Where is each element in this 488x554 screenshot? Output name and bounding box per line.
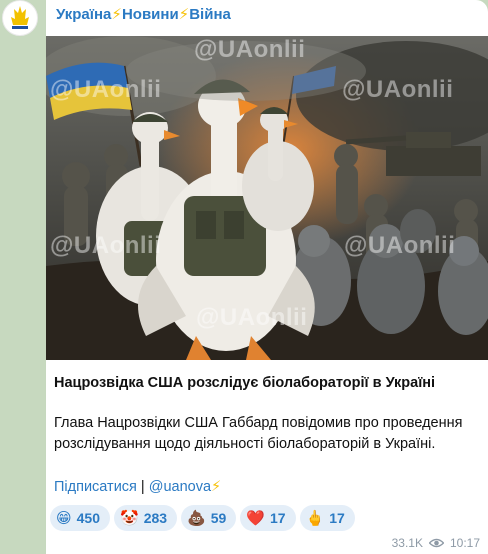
reaction-clown[interactable]: 🤡 283 <box>114 505 178 531</box>
poop-emoji-icon: 💩 <box>187 508 206 527</box>
channel-link[interactable]: @uanova <box>149 479 211 495</box>
grin-emoji-icon: 😁 <box>56 508 72 527</box>
reaction-count: 17 <box>270 510 286 526</box>
post-body-line: розслідування щодо діяльності біолаборат… <box>54 436 436 452</box>
image-watermark: @UAonlii <box>344 232 456 259</box>
post-body-line: Глава Нацрозвідки США Габбард повідомив … <box>54 415 463 431</box>
header-word-ukraine: Україна <box>56 6 112 23</box>
message-time: 10:17 <box>449 536 480 550</box>
image-watermark: @UAonlii <box>50 76 162 103</box>
clown-emoji-icon: 🤡 <box>120 508 139 527</box>
lightning-icon: ⚡ <box>178 6 190 23</box>
post-headline: Нацрозвідка США розслідує біолабораторії… <box>54 375 436 391</box>
trident-logo-icon <box>11 6 29 29</box>
reaction-count: 59 <box>210 510 227 526</box>
reaction-poop[interactable]: 💩 59 <box>181 505 237 531</box>
post-image[interactable]: @UAonlii @UAonlii @UAonlii @UAonlii @UAo… <box>46 36 488 360</box>
image-watermark: @UAonlii <box>342 76 454 103</box>
lightning-icon: ⚡ <box>211 479 222 495</box>
reaction-heart[interactable]: ❤️ 17 <box>240 505 296 531</box>
subscribe-link[interactable]: Підписатися <box>54 479 137 495</box>
channel-header[interactable]: Україна⚡Новини⚡Війна <box>56 6 231 24</box>
reaction-count: 450 <box>76 510 100 526</box>
reaction-count: 283 <box>143 510 168 526</box>
channel-avatar[interactable] <box>2 0 38 36</box>
message-bubble: Україна⚡Новини⚡Війна @UAonlii @UAonlii @… <box>46 0 488 554</box>
image-watermark: @UAonlii <box>194 36 306 63</box>
post-body: Глава Нацрозвідки США Габбард повідомив … <box>54 413 480 455</box>
view-count: 33.1K <box>391 536 423 550</box>
header-word-war: Війна <box>189 6 231 23</box>
reaction-middle-finger[interactable]: 🖕 17 <box>299 505 355 531</box>
link-separator: | <box>136 479 149 495</box>
message-meta: 33.1K 10:17 <box>392 536 480 550</box>
eye-icon <box>428 538 444 548</box>
image-watermark: @UAonlii <box>196 304 308 331</box>
heart-emoji-icon: ❤️ <box>246 508 265 527</box>
reaction-grin[interactable]: 😁 450 <box>50 505 110 531</box>
post-links: Підписатися | @uanova⚡ <box>54 478 221 496</box>
reaction-count: 17 <box>329 510 345 526</box>
middle-finger-emoji-icon: 🖕 <box>305 508 325 527</box>
lightning-icon: ⚡ <box>111 6 122 23</box>
reactions-bar: 😁 450 🤡 283 💩 59 ❤️ 17 🖕 17 <box>50 505 355 531</box>
header-word-news: Новини <box>121 6 179 23</box>
image-watermark: @UAonlii <box>50 232 162 259</box>
